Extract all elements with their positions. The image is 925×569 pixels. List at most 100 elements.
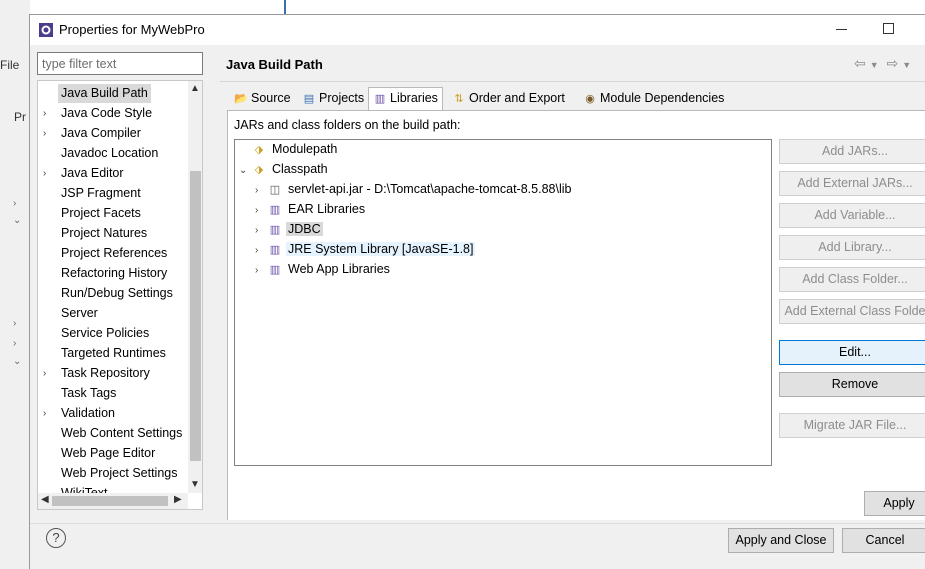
scroll-thumb[interactable]: [190, 171, 201, 461]
page-title: Java Build Path: [226, 57, 323, 72]
tab-order-export[interactable]: ⇅ Order and Export: [447, 87, 570, 110]
nav-item-javadoc-location[interactable]: Javadoc Location: [58, 144, 161, 163]
library-icon: ▥: [269, 224, 281, 236]
chevron-right-icon[interactable]: ›: [255, 221, 267, 240]
scroll-down-icon[interactable]: ▼: [190, 479, 200, 490]
add-jars-button[interactable]: Add JARs...: [779, 139, 925, 164]
nav-item-jsp-fragment[interactable]: JSP Fragment: [58, 184, 144, 203]
chevron-right-icon[interactable]: ›: [13, 198, 16, 209]
nav-item-java-compiler[interactable]: Java Compiler: [58, 124, 144, 143]
add-variable-button[interactable]: Add Variable...: [779, 203, 925, 228]
forward-arrow-icon[interactable]: ⇨: [887, 55, 899, 71]
footer-separator: [30, 523, 925, 524]
libraries-icon: ▥: [374, 93, 386, 105]
nav-item-task-repository[interactable]: Task Repository: [58, 364, 153, 383]
filter-input[interactable]: [37, 52, 203, 75]
tree-node-jre-system-library[interactable]: › ▥ JRE System Library [JavaSE-1.8]: [255, 240, 476, 260]
chevron-down-icon[interactable]: ⌄: [13, 215, 21, 226]
module-dependencies-icon: ◉: [585, 93, 595, 105]
background-file-menu[interactable]: File: [0, 58, 19, 72]
chevron-right-icon[interactable]: ›: [13, 338, 16, 349]
chevron-right-icon[interactable]: ›: [13, 318, 16, 329]
add-external-class-folder-button[interactable]: Add External Class Folde: [779, 299, 925, 324]
edit-button[interactable]: Edit...: [779, 340, 925, 365]
library-icon: ▥: [269, 244, 281, 256]
horizontal-scrollbar[interactable]: ◀ ▶: [38, 493, 188, 509]
classpath-icon: ⬗: [254, 164, 264, 176]
back-arrow-icon[interactable]: ⇦: [854, 55, 866, 71]
background-window-edge: [284, 0, 286, 14]
tab-module-dependencies[interactable]: ◉ Module Dependencies: [578, 87, 729, 110]
nav-item-task-tags[interactable]: Task Tags: [58, 384, 119, 403]
dialog-title: Properties for MyWebPro: [59, 22, 205, 37]
nav-item-project-references[interactable]: Project References: [58, 244, 170, 263]
minimize-button[interactable]: [836, 29, 847, 30]
nav-item-java-code-style[interactable]: Java Code Style: [58, 104, 155, 123]
nav-item-project-facets[interactable]: Project Facets: [58, 204, 144, 223]
vertical-scrollbar[interactable]: ▲ ▼: [188, 81, 202, 493]
title-separator: [220, 81, 925, 82]
cancel-button[interactable]: Cancel: [842, 528, 925, 553]
tree-node-web-app-libraries[interactable]: › ▥ Web App Libraries: [255, 260, 392, 279]
scroll-left-icon[interactable]: ◀: [41, 494, 49, 505]
nav-item-run-debug-settings[interactable]: Run/Debug Settings: [58, 284, 176, 303]
background-window: [0, 0, 30, 569]
tab-projects[interactable]: ▤ Projects: [297, 87, 369, 110]
tab-libraries[interactable]: ▥ Libraries: [368, 87, 443, 111]
chevron-right-icon[interactable]: ›: [43, 164, 46, 183]
back-menu-icon[interactable]: ▼: [870, 60, 879, 70]
tree-node-classpath[interactable]: ⌄ ⬗ Classpath: [239, 160, 330, 179]
chevron-down-icon[interactable]: ⌄: [239, 161, 251, 180]
chevron-down-icon[interactable]: ⌄: [13, 356, 21, 367]
nav-item-service-policies[interactable]: Service Policies: [58, 324, 152, 343]
tree-node-ear-libraries[interactable]: › ▥ EAR Libraries: [255, 200, 367, 219]
chevron-right-icon[interactable]: ›: [255, 201, 267, 220]
apply-and-close-button[interactable]: Apply and Close: [728, 528, 834, 553]
tree-node-servlet-api[interactable]: › ◫ servlet-api.jar - D:\Tomcat\apache-tom…: [255, 180, 573, 199]
nav-item-java-editor[interactable]: Java Editor: [58, 164, 127, 183]
chevron-right-icon[interactable]: ›: [255, 181, 267, 200]
order-export-icon: ⇅: [454, 93, 464, 105]
tab-source[interactable]: 📂 Source: [229, 87, 296, 110]
scroll-thumb[interactable]: [52, 496, 168, 506]
source-folder-icon: 📂: [234, 93, 248, 105]
scroll-right-icon[interactable]: ▶: [174, 494, 182, 505]
jars-label: JARs and class folders on the build path…: [234, 118, 461, 132]
nav-item-web-page-editor[interactable]: Web Page Editor: [58, 444, 158, 463]
tree-node-jdbc[interactable]: › ▥ JDBC: [255, 220, 323, 239]
forward-menu-icon[interactable]: ▼: [902, 60, 911, 70]
apply-button[interactable]: Apply: [864, 491, 925, 516]
chevron-right-icon[interactable]: ›: [255, 261, 267, 280]
nav-item-web-content-settings[interactable]: Web Content Settings: [58, 424, 185, 443]
remove-button[interactable]: Remove: [779, 372, 925, 397]
properties-dialog: Properties for MyWebPro Java Build Path ›…: [29, 14, 925, 569]
add-class-folder-button[interactable]: Add Class Folder...: [779, 267, 925, 292]
add-library-button[interactable]: Add Library...: [779, 235, 925, 260]
nav-item-refactoring-history[interactable]: Refactoring History: [58, 264, 170, 283]
chevron-right-icon[interactable]: ›: [255, 241, 267, 260]
migrate-jar-button[interactable]: Migrate JAR File...: [779, 413, 925, 438]
chevron-right-icon[interactable]: ›: [43, 404, 46, 423]
nav-item-targeted-runtimes[interactable]: Targeted Runtimes: [58, 344, 169, 363]
scroll-up-icon[interactable]: ▲: [190, 83, 200, 94]
help-icon[interactable]: ?: [46, 528, 66, 548]
nav-item-web-project-settings[interactable]: Web Project Settings: [58, 464, 181, 483]
history-navigation: ⇦ ▼ ⇨ ▼: [854, 55, 915, 72]
maximize-button[interactable]: [883, 23, 894, 34]
nav-item-java-build-path[interactable]: Java Build Path: [58, 84, 151, 103]
modulepath-icon: ⬗: [254, 144, 264, 156]
library-icon: ▥: [269, 264, 281, 276]
title-bar: Properties for MyWebPro: [30, 15, 925, 45]
property-pages-tree: Java Build Path › Java Code Style › Java Com…: [37, 80, 203, 510]
tree-node-modulepath[interactable]: ⬗ Modulepath: [239, 140, 339, 159]
chevron-right-icon[interactable]: ›: [43, 104, 46, 123]
nav-item-project-natures[interactable]: Project Natures: [58, 224, 150, 243]
chevron-right-icon[interactable]: ›: [43, 124, 46, 143]
chevron-right-icon[interactable]: ›: [43, 364, 46, 383]
jar-file-icon: ◫: [269, 184, 281, 196]
background-tab-label[interactable]: Pr: [14, 110, 26, 124]
add-external-jars-button[interactable]: Add External JARs...: [779, 171, 925, 196]
nav-item-validation[interactable]: Validation: [58, 404, 118, 423]
build-path-tree: ⬗ Modulepath ⌄ ⬗ Classpath › ◫ servlet-api.ja…: [234, 139, 772, 466]
nav-item-server[interactable]: Server: [58, 304, 101, 323]
